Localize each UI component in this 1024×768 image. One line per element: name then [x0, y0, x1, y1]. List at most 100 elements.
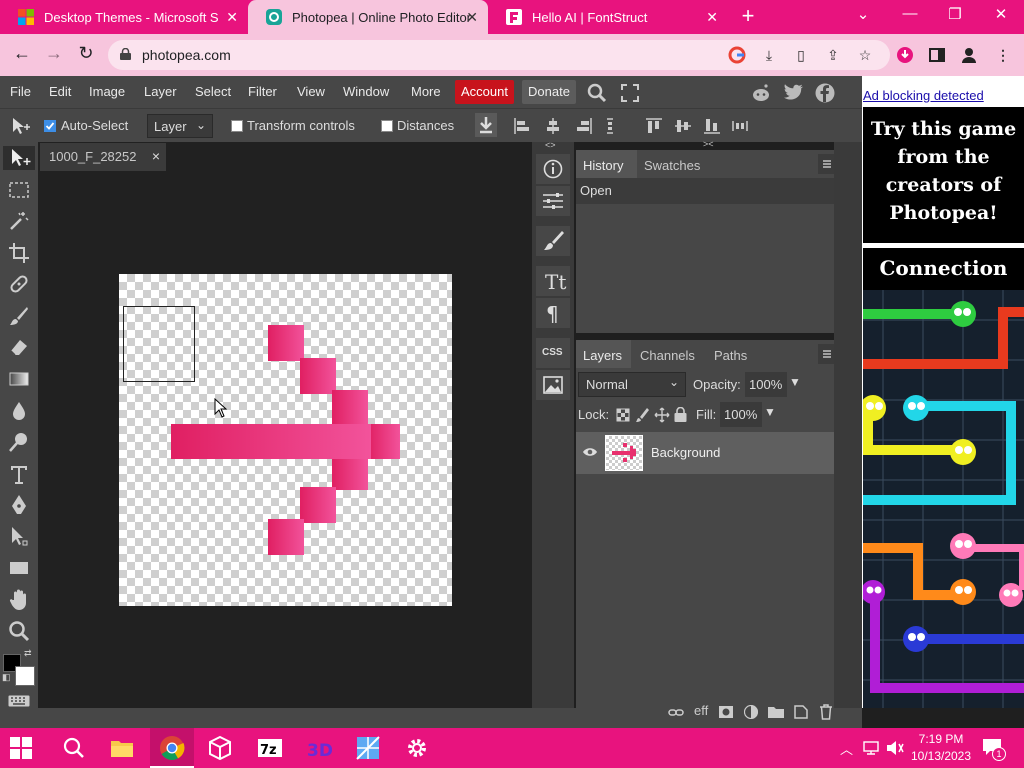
opacity-input[interactable]: 100%	[745, 372, 787, 397]
menu-filter[interactable]: Filter	[248, 84, 277, 99]
align-bottom-icon[interactable]	[703, 117, 721, 135]
account-button[interactable]: Account	[455, 80, 514, 104]
brush-panel-button[interactable]	[536, 226, 570, 256]
system-clock[interactable]: 7:19 PM 10/13/2023	[910, 731, 972, 765]
rectangle-tool-icon[interactable]	[7, 556, 31, 580]
close-tab-icon[interactable]: ✕	[226, 9, 238, 26]
menu-image[interactable]: Image	[89, 84, 125, 99]
notification-center-button[interactable]: 1	[982, 737, 1006, 761]
align-left-icon[interactable]	[513, 117, 531, 135]
back-arrow-icon[interactable]: ←	[10, 43, 34, 64]
7zip-icon[interactable]: 7z	[256, 734, 284, 762]
crop-tool-icon[interactable]	[7, 241, 31, 265]
omnibox[interactable]: photopea.com ⤓ ▯ ⇪ ☆	[108, 40, 890, 70]
settings-gear-icon[interactable]	[403, 734, 431, 762]
background-color-swatch[interactable]	[15, 666, 35, 686]
file-explorer-icon[interactable]	[108, 734, 136, 762]
css-panel-button[interactable]: CSS	[536, 338, 570, 368]
hand-tool-icon[interactable]	[7, 588, 31, 612]
minimize-button[interactable]: —	[895, 5, 925, 22]
close-window-button[interactable]: ✕	[986, 5, 1016, 23]
align-horizontal-center-icon[interactable]	[544, 117, 562, 135]
layer-mask-icon[interactable]	[719, 705, 733, 719]
app-3d-icon[interactable]: 3D	[304, 734, 332, 762]
snipping-tool-icon[interactable]	[354, 734, 382, 762]
menu-edit[interactable]: Edit	[49, 84, 71, 99]
google-icon[interactable]	[728, 46, 746, 64]
expand-arrows-icon[interactable]: ><	[703, 139, 714, 149]
tab-paths[interactable]: Paths	[714, 348, 747, 363]
taskbar-chrome-active[interactable]	[150, 728, 194, 768]
auto-select-checkbox[interactable]	[44, 120, 56, 132]
lock-position-icon[interactable]	[654, 407, 670, 423]
move-tool-icon[interactable]	[3, 146, 35, 170]
lock-transparency-icon[interactable]	[616, 408, 630, 422]
download-icon[interactable]	[475, 113, 497, 137]
path-select-tool-icon[interactable]	[7, 525, 31, 549]
swap-colors-icon[interactable]: ⇄	[24, 648, 32, 659]
link-layers-icon[interactable]	[668, 706, 684, 720]
zoom-tool-icon[interactable]	[7, 619, 31, 643]
history-entry[interactable]: Open	[576, 178, 834, 204]
align-top-icon[interactable]	[645, 117, 663, 135]
twitter-icon[interactable]	[784, 84, 804, 102]
new-layer-icon[interactable]	[794, 705, 808, 719]
layer-effects-icon[interactable]: eff	[694, 703, 708, 718]
adjustments-panel-button[interactable]	[536, 186, 570, 216]
network-icon[interactable]	[863, 741, 879, 755]
fullscreen-icon[interactable]	[621, 84, 639, 102]
profile-icon[interactable]	[960, 46, 978, 64]
layer-row-background[interactable]: Background	[576, 432, 834, 474]
bookmark-star-icon[interactable]: ☆	[856, 46, 874, 64]
eraser-tool-icon[interactable]	[7, 335, 31, 359]
paragraph-panel-button[interactable]: ¶	[536, 298, 570, 328]
browser-tab-microsoft[interactable]: Desktop Themes - Microsoft Sup ✕	[0, 0, 248, 34]
search-icon[interactable]	[587, 83, 607, 103]
browser-tab-fontstruct[interactable]: Hello AI | FontStruct ✕	[488, 0, 728, 34]
ad-game-banner[interactable]: Connection	[863, 248, 1024, 708]
reload-icon[interactable]: ↻	[74, 43, 98, 64]
menu-view[interactable]: View	[297, 84, 325, 99]
extension-download-icon[interactable]	[896, 46, 914, 64]
keyboard-icon[interactable]	[8, 695, 30, 707]
move-tool-icon[interactable]	[10, 116, 32, 136]
ad-blocking-link[interactable]: Ad blocking detected	[863, 88, 984, 103]
character-panel-button[interactable]: Tt	[536, 266, 570, 296]
dodge-tool-icon[interactable]	[7, 430, 31, 454]
auto-select-target-select[interactable]: Layer ⌄	[147, 114, 213, 138]
close-tab-icon[interactable]: ✕	[466, 9, 478, 26]
page-icon[interactable]: ▯	[792, 46, 810, 64]
donate-button[interactable]: Donate	[522, 80, 576, 104]
info-panel-button[interactable]	[536, 154, 570, 184]
menu-select[interactable]: Select	[195, 84, 231, 99]
magic-wand-tool-icon[interactable]	[7, 209, 31, 233]
type-tool-icon[interactable]	[7, 462, 31, 486]
distribute-vertical-icon[interactable]	[731, 117, 749, 135]
forward-arrow-icon[interactable]: →	[42, 43, 66, 64]
tab-channels[interactable]: Channels	[640, 348, 695, 363]
restore-button[interactable]: ❐	[940, 5, 970, 23]
image-panel-button[interactable]	[536, 370, 570, 400]
install-app-icon[interactable]: ⤓	[760, 46, 778, 64]
reddit-icon[interactable]	[751, 83, 771, 103]
brush-tool-icon[interactable]	[7, 304, 31, 328]
chrome-menu-icon[interactable]: ⋮	[994, 46, 1012, 64]
blend-mode-select[interactable]: Normal ⌄	[578, 372, 686, 397]
show-hidden-icons-chevron-icon[interactable]: ︿	[840, 739, 853, 758]
menu-window[interactable]: Window	[343, 84, 389, 99]
browser-tab-photopea[interactable]: Photopea | Online Photo Editor ✕	[248, 0, 488, 34]
align-vertical-center-icon[interactable]	[674, 117, 692, 135]
opacity-dropdown-icon[interactable]: ▼	[789, 375, 801, 389]
align-right-icon[interactable]	[575, 117, 593, 135]
ad-promo-text[interactable]: Try this game from the creators of Photo…	[863, 107, 1024, 243]
fill-dropdown-icon[interactable]: ▼	[764, 405, 776, 419]
tab-layers[interactable]: Layers	[583, 348, 622, 363]
document-tab[interactable]: 1000_F_28252 ×	[40, 143, 166, 171]
windows-start-icon[interactable]	[10, 737, 32, 759]
tab-search-chevron-icon[interactable]: ⌄	[848, 5, 878, 23]
healing-brush-tool-icon[interactable]	[7, 272, 31, 296]
blur-tool-icon[interactable]	[7, 399, 31, 423]
marquee-tool-icon[interactable]	[7, 178, 31, 202]
default-colors-icon[interactable]: ◧	[2, 672, 11, 683]
eye-visibility-icon[interactable]	[582, 446, 598, 458]
